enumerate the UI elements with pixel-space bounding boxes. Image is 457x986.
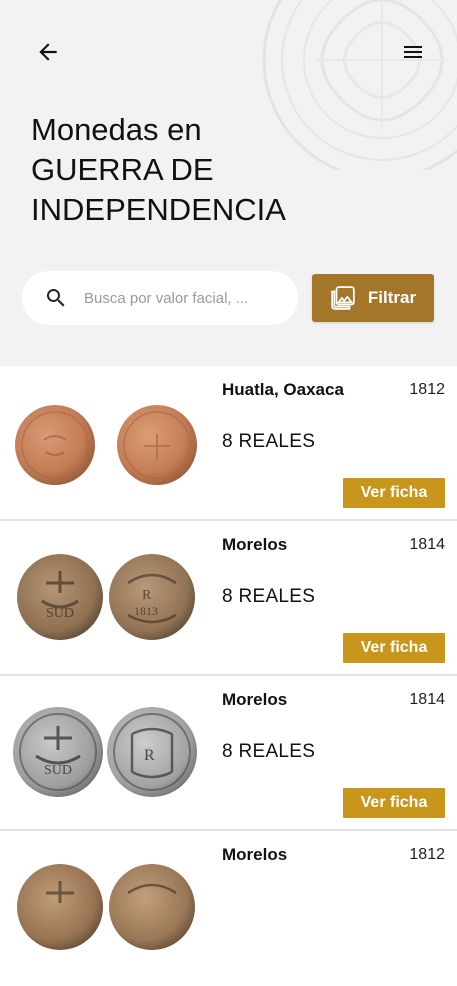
coin-reverse-image xyxy=(116,404,198,486)
list-item[interactable]: SUD R Morelos 1814 8 REALES Ver ficha xyxy=(0,676,457,831)
svg-text:1813: 1813 xyxy=(134,604,158,618)
search-bar[interactable] xyxy=(22,271,298,325)
coin-reverse-image xyxy=(108,863,196,951)
list-item[interactable]: SUD R 1813 Morelos 1814 8 REALES Ver fic… xyxy=(0,521,457,676)
coin-obverse-image xyxy=(16,863,104,951)
ver-ficha-button[interactable]: Ver ficha xyxy=(343,478,445,508)
coin-year: 1812 xyxy=(409,381,445,398)
coin-denomination: 8 REALES xyxy=(222,741,316,762)
coin-obverse-image: SUD xyxy=(16,553,104,641)
page-title-line: Monedas en xyxy=(31,112,202,147)
coin-place: Morelos xyxy=(222,845,288,864)
back-button[interactable] xyxy=(30,34,66,70)
header: Monedas en GUERRA DE INDEPENDENCIA Filtr… xyxy=(0,0,457,366)
coin-reverse-image: R xyxy=(106,706,198,798)
list-item[interactable]: Morelos 1812 xyxy=(0,831,457,986)
coin-place: Huatla, Oaxaca xyxy=(222,380,344,399)
list-item[interactable]: Huatla, Oaxaca 1812 8 REALES Ver ficha xyxy=(0,366,457,521)
coin-year: 1814 xyxy=(409,691,445,708)
search-input[interactable] xyxy=(84,289,274,307)
svg-text:R: R xyxy=(142,588,152,603)
svg-text:SUD: SUD xyxy=(44,763,72,778)
coin-list: Huatla, Oaxaca 1812 8 REALES Ver ficha S… xyxy=(0,366,457,986)
coin-obverse-image xyxy=(14,404,96,486)
coin-denomination: 8 REALES xyxy=(222,586,316,607)
page-title: Monedas en GUERRA DE INDEPENDENCIA xyxy=(31,110,431,230)
coin-denomination: 8 REALES xyxy=(222,431,316,452)
ver-ficha-button[interactable]: Ver ficha xyxy=(343,633,445,663)
coin-year: 1814 xyxy=(409,536,445,553)
ver-ficha-button[interactable]: Ver ficha xyxy=(343,788,445,818)
svg-text:R: R xyxy=(144,747,155,764)
filter-button[interactable]: Filtrar xyxy=(312,274,434,322)
filter-label: Filtrar xyxy=(367,288,417,307)
menu-button[interactable] xyxy=(395,34,431,70)
hamburger-menu-icon xyxy=(404,46,422,58)
coin-place: Morelos xyxy=(222,690,288,709)
page-title-line: GUERRA DE xyxy=(31,152,214,187)
coin-obverse-image: SUD xyxy=(12,706,104,798)
image-gallery-icon xyxy=(330,285,356,311)
arrow-back-icon xyxy=(39,43,57,61)
coin-place: Morelos xyxy=(222,535,288,554)
svg-text:SUD: SUD xyxy=(46,606,74,621)
search-icon xyxy=(44,286,68,310)
coin-reverse-image: R 1813 xyxy=(108,553,196,641)
coin-year: 1812 xyxy=(409,846,445,863)
page-title-line: INDEPENDENCIA xyxy=(31,192,286,227)
